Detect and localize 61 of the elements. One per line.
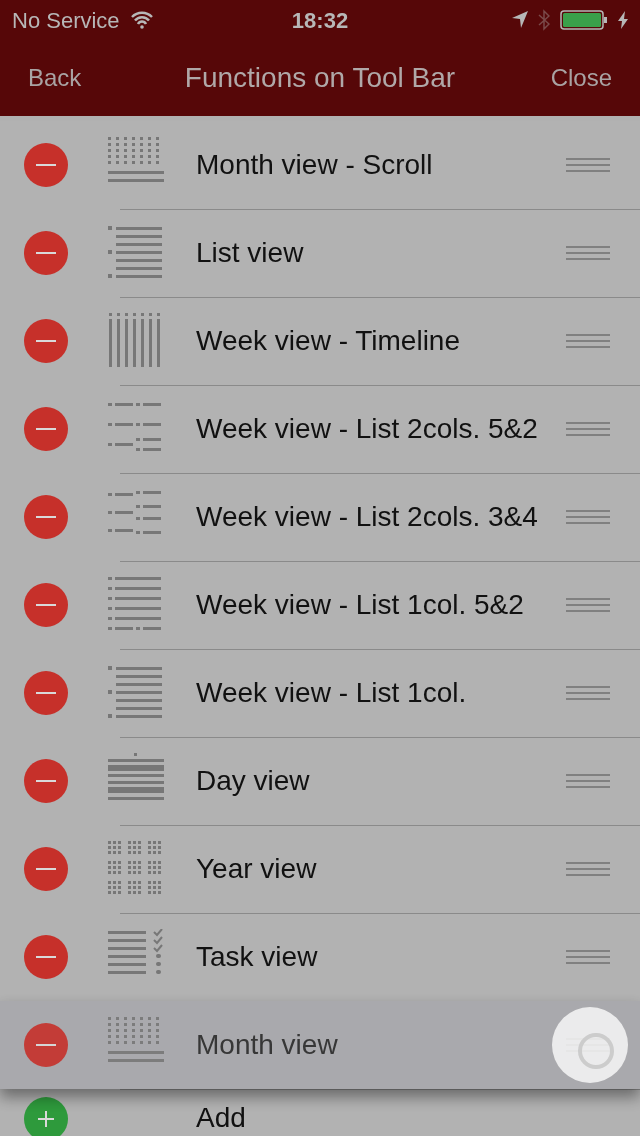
minus-icon — [36, 692, 56, 694]
row-label: List view — [196, 236, 304, 270]
touch-indicator-icon — [550, 1005, 630, 1085]
minus-icon — [36, 868, 56, 870]
row-label: Add — [196, 1101, 246, 1135]
row-label: Week view - Timeline — [196, 324, 460, 358]
minus-icon — [36, 340, 56, 342]
row-label: Week view - List 2cols. 3&4 — [196, 500, 538, 534]
minus-icon — [36, 164, 56, 166]
remove-button[interactable] — [24, 935, 68, 979]
drag-handle-icon[interactable] — [566, 510, 610, 524]
remove-button[interactable] — [24, 1023, 68, 1067]
drag-handle-icon[interactable] — [566, 862, 610, 876]
close-button[interactable]: Close — [550, 60, 612, 96]
battery-icon — [560, 10, 608, 30]
remove-button[interactable] — [24, 759, 68, 803]
wifi-icon — [129, 11, 154, 29]
minus-icon — [36, 252, 56, 254]
minus-icon — [36, 604, 56, 606]
minus-icon — [36, 516, 56, 518]
row-label: Week view - List 2cols. 5&2 — [196, 412, 538, 446]
minus-icon — [36, 428, 56, 430]
minus-icon — [36, 780, 56, 782]
location-icon — [512, 11, 528, 29]
remove-button[interactable] — [24, 671, 68, 715]
remove-button[interactable] — [24, 231, 68, 275]
view-icon — [108, 841, 164, 897]
drag-handle-icon[interactable] — [566, 334, 610, 348]
drag-handle-icon[interactable] — [566, 158, 610, 172]
row-label: Task view — [196, 940, 318, 974]
row-label: Year view — [196, 852, 317, 886]
row-label: Day view — [196, 764, 310, 798]
charging-icon — [618, 11, 628, 29]
nav-title: Functions on Tool Bar — [184, 61, 456, 95]
remove-button[interactable] — [24, 319, 68, 363]
row-label: Week view - List 1col. 5&2 — [196, 588, 524, 622]
plus-icon — [37, 1110, 55, 1128]
carrier-text: No Service — [12, 6, 120, 35]
remove-button[interactable] — [24, 495, 68, 539]
row-label: Month view - Scroll — [196, 148, 433, 182]
row-label: Month view — [196, 1028, 338, 1062]
remove-button[interactable] — [24, 583, 68, 627]
drag-handle-icon[interactable] — [566, 774, 610, 788]
view-icon — [108, 577, 164, 633]
bluetooth-icon — [538, 9, 550, 31]
time-text: 18:32 — [291, 6, 349, 35]
drag-handle-icon[interactable] — [566, 422, 610, 436]
remove-button[interactable] — [24, 407, 68, 451]
view-icon — [108, 225, 164, 281]
minus-icon — [36, 956, 56, 958]
remove-button[interactable] — [24, 847, 68, 891]
drag-handle-icon[interactable] — [566, 598, 610, 612]
minus-icon — [36, 1044, 56, 1046]
drag-handle-icon[interactable] — [566, 686, 610, 700]
drag-handle-icon[interactable] — [566, 950, 610, 964]
remove-button[interactable] — [24, 143, 68, 187]
add-button[interactable] — [24, 1097, 68, 1136]
view-icon — [108, 665, 164, 721]
row-label: Week view - List 1col. — [196, 676, 467, 710]
drag-handle-icon[interactable] — [566, 246, 610, 260]
back-button[interactable]: Back — [28, 60, 82, 96]
